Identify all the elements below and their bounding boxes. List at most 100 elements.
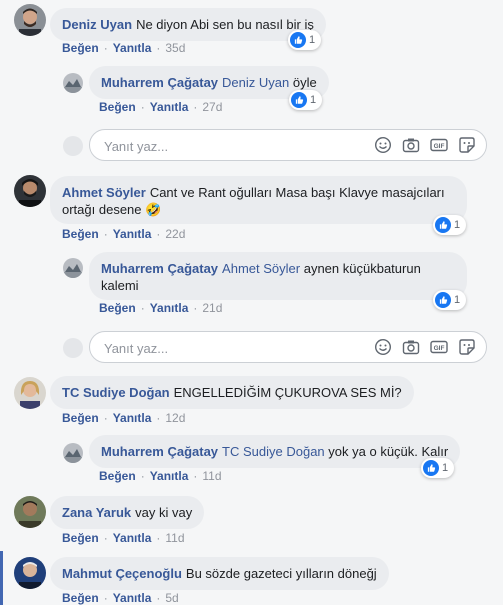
timestamp[interactable]: 21d	[202, 301, 222, 315]
comment-actions: Beğen · Yanıtla · 12d	[62, 411, 185, 425]
reaction-count[interactable]: 1	[421, 458, 455, 478]
like-button[interactable]: Beğen	[99, 469, 136, 483]
comment-author[interactable]: Deniz Uyan	[62, 17, 132, 32]
avatar[interactable]	[14, 175, 46, 207]
reaction-count[interactable]: 1	[433, 215, 467, 235]
comment-text: ENGELLEDİĞİM ÇUKUROVA SES Mİ?	[173, 385, 402, 400]
timestamp[interactable]: 5d	[165, 591, 178, 605]
comment-bubble: TC Sudiye Doğan ENGELLEDİĞİM ÇUKUROVA SES…	[50, 376, 414, 409]
like-button[interactable]: Beğen	[99, 301, 136, 315]
sticker-icon[interactable]	[458, 338, 476, 356]
sticker-icon[interactable]	[458, 136, 476, 154]
comment-author[interactable]: Muharrem Çağatay	[101, 444, 218, 459]
like-reaction-icon	[435, 292, 451, 308]
timestamp[interactable]: 12d	[165, 411, 185, 425]
gif-icon[interactable]: GIF	[430, 338, 448, 356]
separator: ·	[156, 531, 161, 545]
reply-avatar	[63, 338, 83, 358]
comment-text: aynen küçükbaturun	[303, 261, 421, 276]
avatar[interactable]	[63, 258, 83, 278]
like-button[interactable]: Beğen	[62, 591, 99, 605]
comment-thread: Deniz Uyan Ne diyon Abi sen bu nasıl bir …	[0, 0, 503, 605]
separator: ·	[156, 227, 161, 241]
separator: ·	[156, 591, 161, 605]
reply-button[interactable]: Yanıtla	[113, 531, 152, 545]
comment-actions: Beğen · Yanıtla · 11d	[99, 469, 222, 483]
reply-button[interactable]: Yanıtla	[150, 469, 189, 483]
comment-author[interactable]: Ahmet Söyler	[62, 185, 146, 200]
avatar[interactable]	[14, 557, 46, 589]
reaction-count[interactable]: 1	[289, 90, 323, 110]
separator: ·	[193, 301, 198, 315]
camera-icon[interactable]	[402, 136, 420, 154]
reply-bubble: Muharrem Çağatay Ahmet Söyler aynen küçük…	[89, 252, 467, 300]
avatar[interactable]	[14, 377, 46, 409]
mention-link[interactable]: Deniz Uyan	[222, 75, 289, 90]
avatar[interactable]	[14, 496, 46, 528]
timestamp[interactable]: 11d	[202, 469, 221, 483]
timestamp[interactable]: 35d	[165, 41, 185, 55]
reply-button[interactable]: Yanıtla	[113, 591, 152, 605]
avatar[interactable]	[14, 4, 46, 36]
separator: ·	[103, 411, 108, 425]
like-count: 1	[310, 94, 317, 106]
separator: ·	[156, 41, 161, 55]
camera-icon[interactable]	[402, 338, 420, 356]
reply-button[interactable]: Yanıtla	[113, 41, 152, 55]
comment-actions: Beğen · Yanıtla · 5d	[62, 591, 179, 605]
comment-text: öyle	[292, 75, 317, 90]
timestamp[interactable]: 11d	[165, 531, 184, 545]
avatar[interactable]	[63, 443, 83, 463]
comment-text: yok ya o küçük. Kalır	[328, 444, 449, 459]
emoji-icon[interactable]	[374, 136, 392, 154]
comment-bubble: Ahmet Söyler Cant ve Rant oğulları Masa b…	[50, 176, 467, 224]
reply-button[interactable]: Yanıtla	[150, 100, 189, 114]
comment-author[interactable]: Muharrem Çağatay	[101, 261, 218, 276]
separator: ·	[140, 100, 145, 114]
reaction-count[interactable]: 1	[288, 30, 322, 50]
reply-box: GIF	[89, 331, 487, 364]
timestamp[interactable]: 22d	[165, 227, 185, 241]
comment-author[interactable]: Muharrem Çağatay	[101, 75, 218, 90]
laughing-emoji: 🤣	[145, 202, 162, 217]
comment-actions: Beğen · Yanıtla · 11d	[62, 531, 185, 545]
reply-input[interactable]	[102, 130, 336, 162]
comment-text: kalemi	[101, 278, 139, 293]
mention-link[interactable]: TC Sudiye Doğan	[222, 444, 325, 459]
like-button[interactable]: Beğen	[62, 531, 99, 545]
highlight-rail	[0, 551, 3, 605]
comment-author[interactable]: TC Sudiye Doğan	[62, 385, 170, 400]
like-count: 1	[442, 462, 449, 474]
timestamp[interactable]: 27d	[202, 100, 222, 114]
comment-author[interactable]: Zana Yaruk	[62, 505, 131, 520]
separator: ·	[103, 41, 108, 55]
separator: ·	[140, 301, 145, 315]
separator: ·	[103, 591, 108, 605]
gif-icon[interactable]: GIF	[430, 136, 448, 154]
separator: ·	[103, 531, 108, 545]
reply-button[interactable]: Yanıtla	[113, 411, 152, 425]
mention-link[interactable]: Ahmet Söyler	[222, 261, 300, 276]
reply-input[interactable]	[102, 332, 336, 364]
avatar[interactable]	[63, 73, 83, 93]
separator: ·	[140, 469, 145, 483]
comment-text: vay ki vay	[135, 505, 193, 520]
like-button[interactable]: Beğen	[62, 411, 99, 425]
comment-text: ortağı desene	[62, 202, 142, 217]
reply-button[interactable]: Yanıtla	[150, 301, 189, 315]
comment-author[interactable]: Mahmut Çeçenoğlu	[62, 566, 182, 581]
comment-actions: Beğen · Yanıtla · 27d	[99, 100, 222, 114]
comment-bubble: Deniz Uyan Ne diyon Abi sen bu nasıl bir …	[50, 8, 326, 41]
like-button[interactable]: Beğen	[62, 227, 99, 241]
like-reaction-icon	[291, 92, 307, 108]
like-button[interactable]: Beğen	[99, 100, 136, 114]
reply-button[interactable]: Yanıtla	[113, 227, 152, 241]
separator: ·	[193, 100, 198, 114]
svg-text:GIF: GIF	[434, 345, 445, 352]
comment-actions: Beğen · Yanıtla · 21d	[99, 301, 222, 315]
svg-text:GIF: GIF	[434, 143, 445, 150]
emoji-icon[interactable]	[374, 338, 392, 356]
reaction-count[interactable]: 1	[433, 290, 467, 310]
like-button[interactable]: Beğen	[62, 41, 99, 55]
like-reaction-icon	[290, 32, 306, 48]
